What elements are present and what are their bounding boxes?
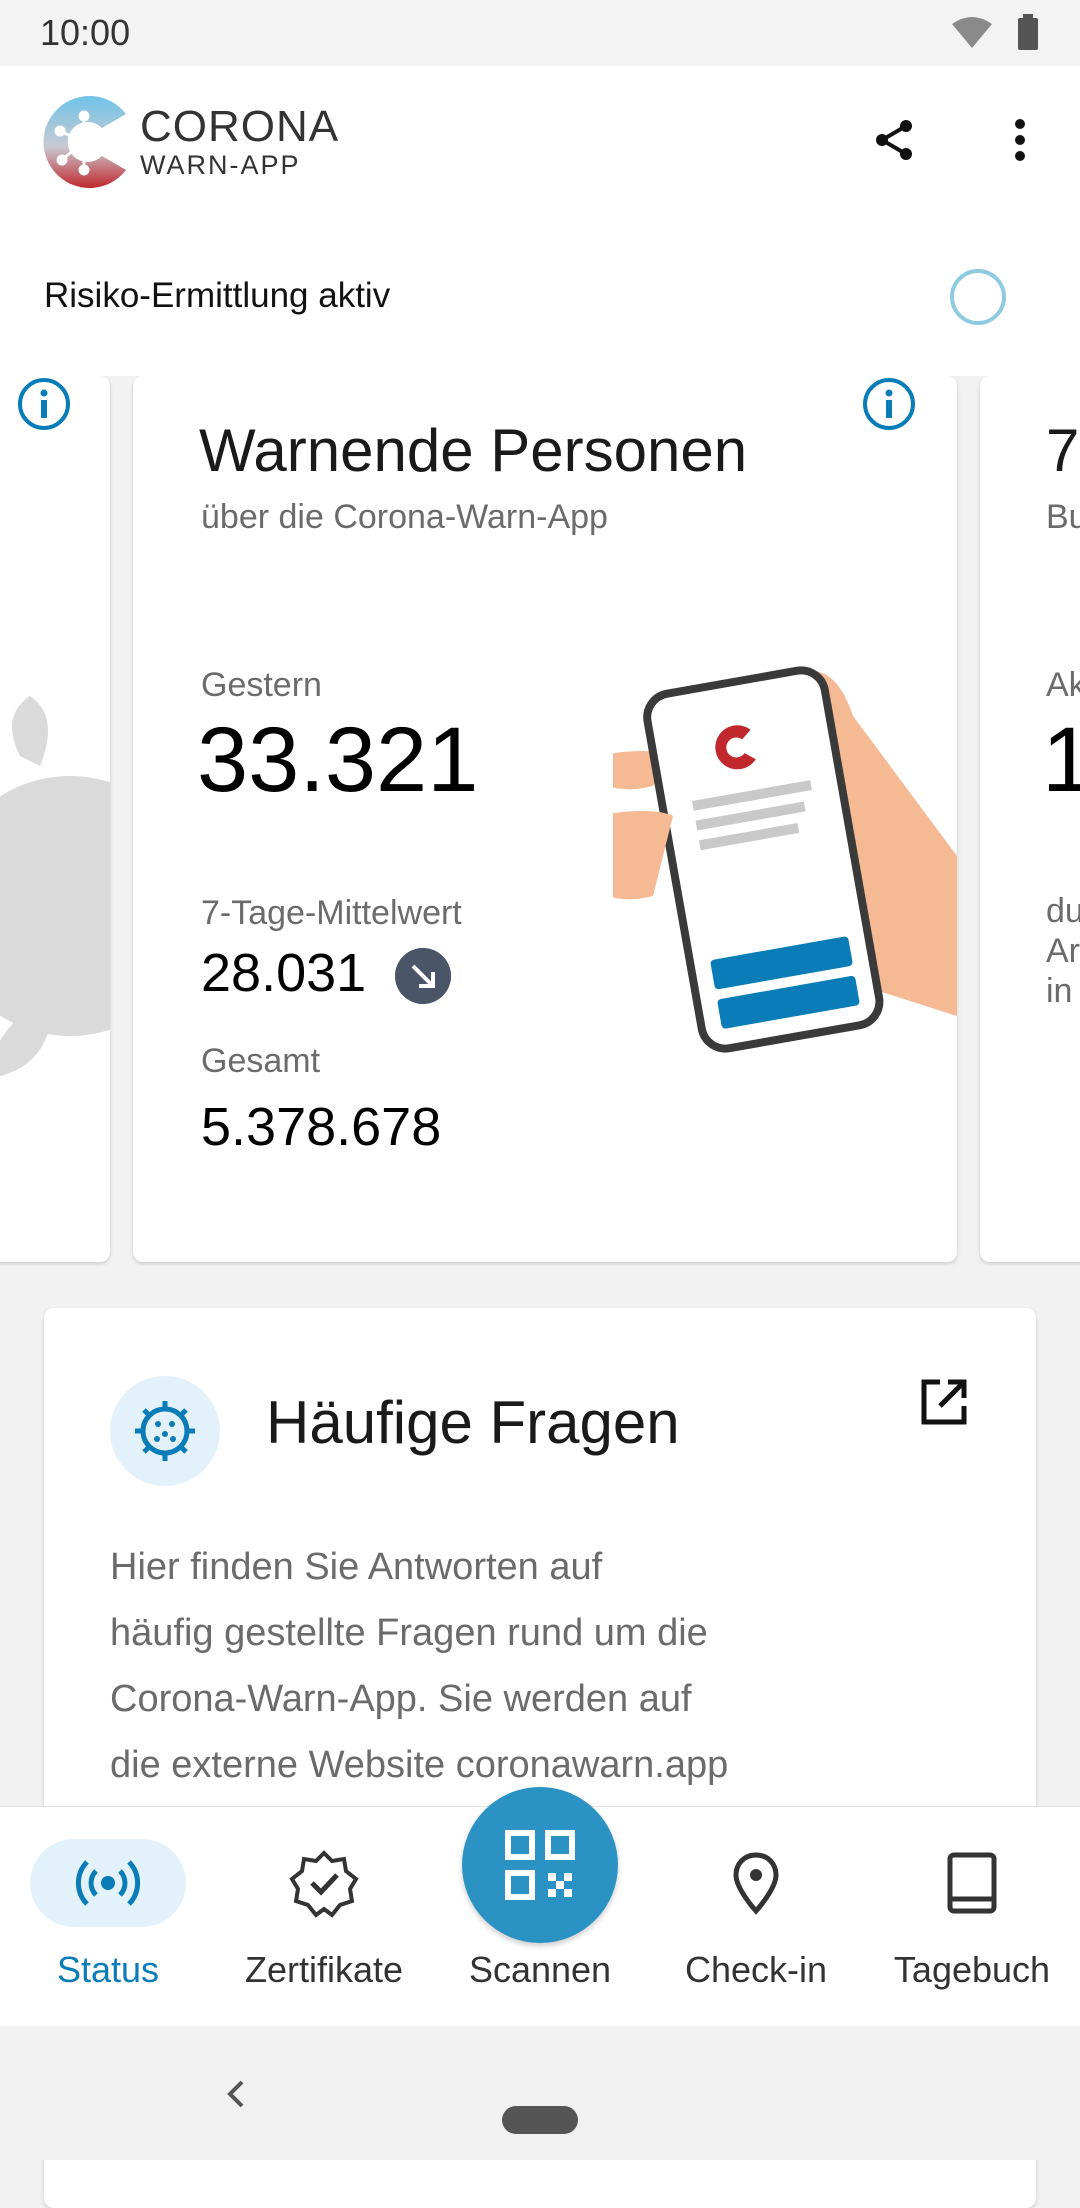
card-subtitle: Bu [1046, 498, 1080, 536]
book-icon [947, 1852, 997, 1914]
yesterday-value: 33.321 [197, 709, 479, 811]
nav-item-status[interactable]: Status [0, 1807, 216, 2027]
app-bar: CORONA WARN-APP Risiko-Ermittlung aktiv [0, 66, 1080, 376]
info-icon[interactable] [861, 376, 917, 432]
logo-wordmark-line1: CORONA [140, 102, 340, 151]
trend-down-arrow-icon [395, 948, 451, 1004]
nav-label: Scannen [468, 1949, 612, 1990]
phone-in-hand-illustration [613, 666, 957, 1053]
faq-text-line: Hier finden Sie Antworten auf [110, 1546, 603, 1588]
virus-illustration [0, 696, 110, 1076]
stats-card-next[interactable]: 7 Bu Ak 1 du Ar in [980, 376, 1080, 1262]
card-text-line: in [1046, 972, 1073, 1010]
stats-card-previous[interactable] [0, 376, 110, 1262]
bottom-navigation: Status Zertifikate Scannen Check-in Tage… [0, 1787, 1080, 2027]
card-title: Warnende Personen [199, 417, 748, 484]
faq-text-line: Corona-Warn-App. Sie werden auf [110, 1678, 692, 1720]
card-subtitle: über die Corona-Warn-App [201, 498, 608, 536]
location-pin-icon [733, 1852, 779, 1915]
seven-day-average-value: 28.031 [201, 943, 367, 1003]
status-bar: 10:00 [0, 0, 1080, 66]
nav-item-diary[interactable]: Tagebuch [864, 1807, 1080, 2027]
status-time: 10:00 [40, 12, 131, 53]
faq-description: Hier finden Sie Antworten auf häufig ges… [110, 1534, 910, 1798]
verified-badge-icon [289, 1850, 359, 1918]
info-icon[interactable] [16, 376, 72, 432]
battery-icon [1018, 14, 1038, 50]
faq-text-line: häufig gestellte Fragen rund um die [110, 1612, 708, 1654]
card-value: 1 [1042, 709, 1080, 811]
back-chevron-icon[interactable] [220, 2074, 250, 2114]
nav-label: Check-in [684, 1949, 828, 1990]
faq-virus-icon [110, 1376, 220, 1486]
open-external-icon[interactable] [916, 1374, 972, 1430]
nav-item-checkin[interactable]: Check-in [648, 1807, 864, 2027]
share-icon[interactable] [870, 116, 918, 164]
nav-item-certificates[interactable]: Zertifikate [216, 1807, 432, 2027]
scan-fab-button[interactable] [462, 1787, 618, 1943]
faq-title: Häufige Fragen [266, 1389, 680, 1456]
card-text-line: Ar [1046, 932, 1080, 970]
wifi-icon [952, 17, 992, 48]
total-value: 5.378.678 [201, 1097, 442, 1157]
more-vert-icon[interactable] [1000, 116, 1040, 164]
system-navigation-bar [0, 2026, 1080, 2160]
total-label: Gesamt [201, 1042, 321, 1080]
risk-progress-indicator [950, 269, 1006, 325]
card-text-line: du [1046, 892, 1080, 930]
home-pill-button[interactable] [502, 2106, 578, 2134]
logo-wordmark-line2: WARN-APP [140, 150, 301, 180]
risk-status-label[interactable]: Risiko-Ermittlung aktiv [44, 276, 390, 316]
qr-code-icon [505, 1830, 575, 1900]
card-title: 7 [1046, 417, 1080, 484]
broadcast-icon [75, 1860, 141, 1906]
seven-day-average-label: 7-Tage-Mittelwert [201, 894, 462, 932]
nav-label: Status [56, 1949, 160, 1990]
faq-text-line: die externe Website coronawarn.app [110, 1744, 729, 1786]
nav-item-scan[interactable]: Scannen [432, 1787, 648, 2027]
corona-warn-app-logo [43, 95, 127, 188]
card-label: Ak [1046, 666, 1080, 704]
statistics-carousel[interactable]: Warnende Personen über die Corona-Warn-A… [0, 376, 1080, 1266]
yesterday-label: Gestern [201, 666, 322, 704]
nav-label: Zertifikate [244, 1949, 404, 1990]
nav-label: Tagebuch [893, 1949, 1051, 1990]
stats-card-warning-persons[interactable]: Warnende Personen über die Corona-Warn-A… [133, 376, 957, 1262]
